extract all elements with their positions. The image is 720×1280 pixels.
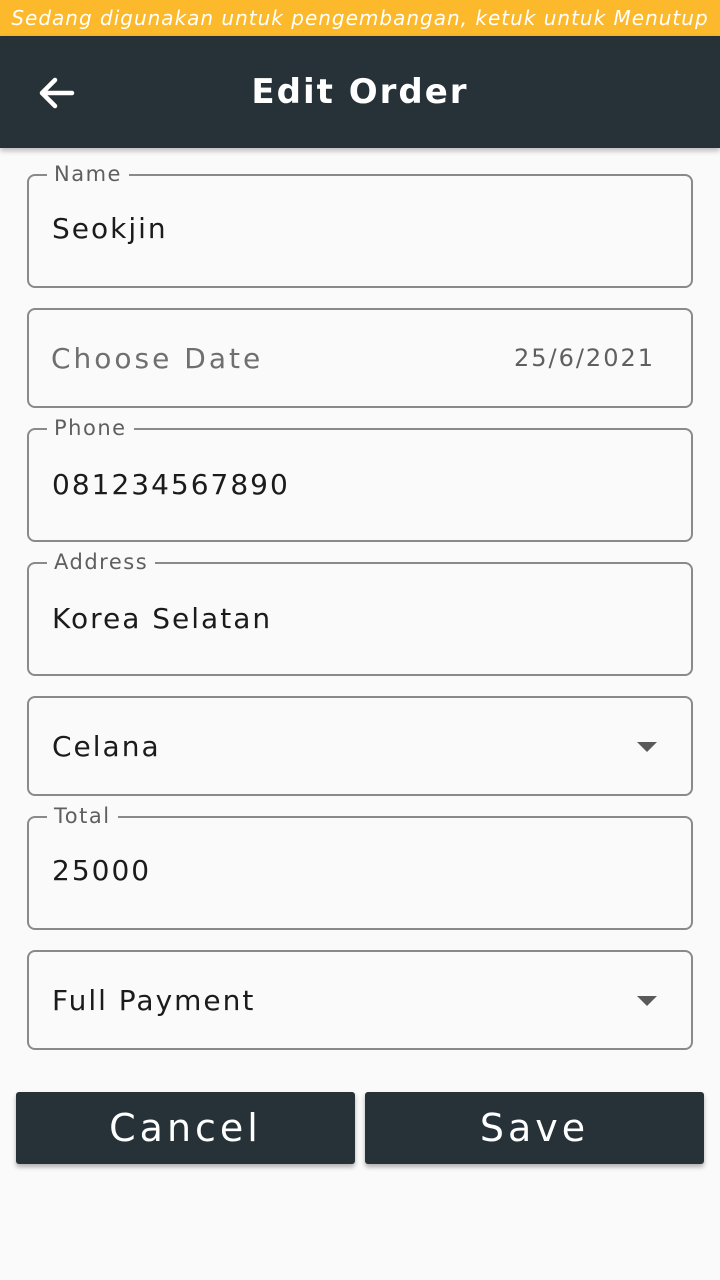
app-bar: Edit Order [0, 36, 720, 148]
total-field-value: 25000 [52, 854, 152, 887]
item-dropdown[interactable]: Celana [27, 696, 693, 796]
phone-field[interactable]: Phone 081234567890 [27, 415, 693, 542]
phone-field-label: Phone [47, 415, 134, 441]
address-field-label: Address [47, 549, 156, 575]
item-dropdown-value: Celana [52, 730, 161, 763]
dropdown-arrow-icon [637, 742, 657, 752]
dropdown-arrow-icon [637, 996, 657, 1006]
save-button[interactable]: Save [365, 1092, 704, 1164]
name-field[interactable]: Name Seokjin [27, 161, 693, 288]
page-title: Edit Order [251, 72, 469, 112]
payment-dropdown[interactable]: Full Payment [27, 950, 693, 1050]
total-field-label: Total [47, 803, 118, 829]
phone-field-value: 081234567890 [52, 468, 290, 501]
cancel-button[interactable]: Cancel [16, 1092, 355, 1164]
dev-mode-banner[interactable]: Sedang digunakan untuk pengembangan, ket… [0, 0, 720, 36]
payment-dropdown-value: Full Payment [52, 984, 256, 1017]
name-field-label: Name [47, 161, 129, 187]
name-field-value: Seokjin [52, 212, 168, 245]
total-field[interactable]: Total 25000 [27, 803, 693, 930]
address-field-value: Korea Selatan [52, 602, 273, 635]
selected-date: 25/6/2021 [513, 344, 655, 372]
date-picker-placeholder: Choose Date [51, 342, 264, 375]
address-field[interactable]: Address Korea Selatan [27, 549, 693, 676]
date-picker-field[interactable]: Choose Date 25/6/2021 [27, 308, 693, 408]
